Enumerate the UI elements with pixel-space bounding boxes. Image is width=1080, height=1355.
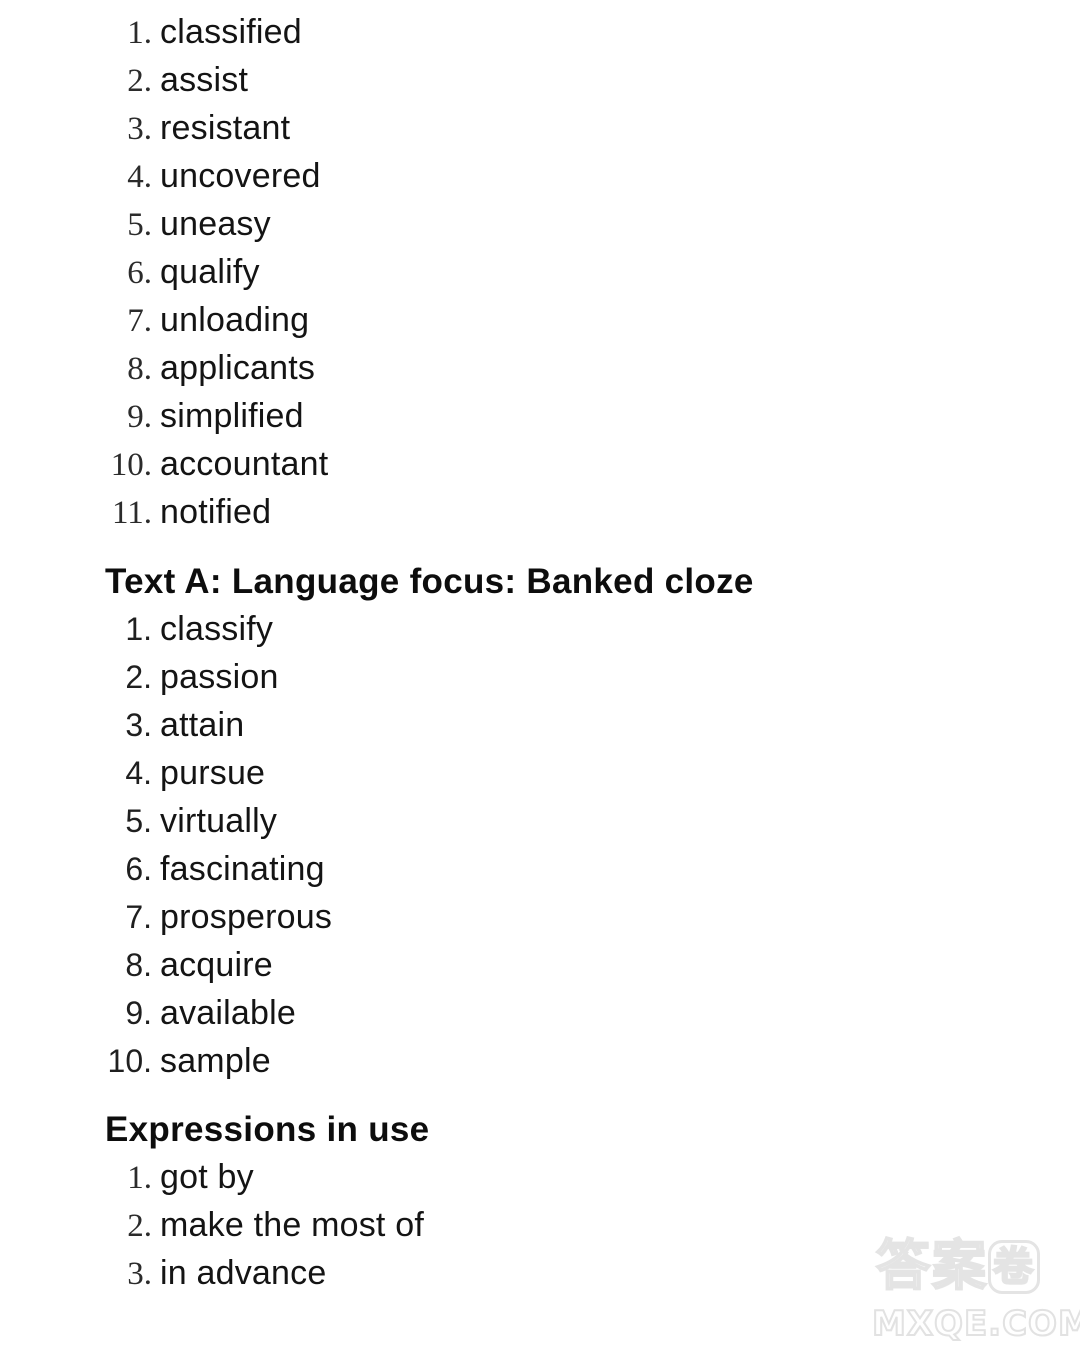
list-item-number: 7.	[125, 899, 152, 935]
watermark-cjk-chars: 答案	[875, 1234, 988, 1297]
answer-list-word-formation: 1. classified 2. assist 3. resistant 4. uncover…	[0, 8, 328, 536]
list-item-number: 5.	[127, 207, 152, 243]
list-item-number: 2.	[127, 1208, 152, 1244]
list-item-number: 10.	[110, 447, 152, 483]
list-item-answer: available	[160, 994, 297, 1032]
list-item: 2. passion	[0, 653, 332, 701]
list-item-number: 4.	[127, 159, 152, 195]
list-item: 4. uncovered	[0, 152, 328, 200]
list-item: 6. qualify	[0, 248, 328, 296]
list-item-number: 3.	[127, 1256, 152, 1292]
list-item-number: 6.	[125, 851, 152, 887]
list-item-answer: unloading	[160, 301, 310, 339]
list-item-number: 8.	[127, 351, 152, 387]
list-item-answer: got by	[160, 1158, 254, 1196]
list-item-number: 6.	[127, 255, 152, 291]
answer-list-expressions-in-use: 1. got by 2. make the most of 3. in advance	[0, 1153, 424, 1297]
list-item-number: 7.	[127, 303, 152, 339]
list-item: 3. attain	[0, 701, 332, 749]
list-item-answer: passion	[160, 658, 279, 696]
list-item: 1. classified	[0, 8, 328, 56]
list-item-answer: classified	[160, 13, 302, 51]
watermark-cjk-text: 答案卷	[875, 1234, 1040, 1297]
list-item-number: 8.	[125, 947, 152, 983]
list-item-answer: notified	[160, 493, 272, 531]
list-item-number: 10.	[107, 1043, 152, 1079]
list-item-number: 1.	[125, 611, 152, 647]
list-item-answer: fascinating	[160, 850, 325, 888]
list-item-answer: sample	[160, 1042, 271, 1080]
list-item: 11. notified	[0, 488, 328, 536]
list-item: 9. available	[0, 989, 332, 1037]
list-item: 8. acquire	[0, 941, 332, 989]
list-item-answer: pursue	[160, 754, 266, 792]
list-item-number: 1.	[127, 15, 152, 51]
list-item-answer: assist	[160, 61, 249, 99]
list-item: 5. uneasy	[0, 200, 328, 248]
list-item-answer: classify	[160, 610, 274, 648]
list-item: 4. pursue	[0, 749, 332, 797]
watermark-domain: MXQE.COM	[871, 1304, 1080, 1344]
list-item-answer: applicants	[160, 349, 316, 387]
list-item: 1. classify	[0, 605, 332, 653]
list-item: 1. got by	[0, 1153, 424, 1201]
list-item: 7. prosperous	[0, 893, 332, 941]
list-item-answer: resistant	[160, 109, 291, 147]
list-item-number: 3.	[127, 111, 152, 147]
list-item-number: 2.	[125, 659, 152, 695]
list-item-answer: qualify	[160, 253, 260, 291]
list-item-answer: acquire	[160, 946, 273, 984]
list-item-answer: virtually	[160, 802, 278, 840]
list-item-answer: accountant	[160, 445, 329, 483]
list-item-number: 3.	[125, 707, 152, 743]
list-item-number: 9.	[127, 399, 152, 435]
list-item: 2. make the most of	[0, 1201, 424, 1249]
list-item-number: 11.	[111, 495, 152, 531]
list-item: 8. applicants	[0, 344, 328, 392]
list-item-answer: in advance	[160, 1254, 327, 1292]
list-item-number: 4.	[125, 755, 152, 791]
list-item-answer: uneasy	[160, 205, 271, 243]
document-page: 1. classified 2. assist 3. resistant 4. uncover…	[0, 0, 1080, 1355]
list-item-number: 2.	[127, 63, 152, 99]
list-item: 2. assist	[0, 56, 328, 104]
list-item: 3. resistant	[0, 104, 328, 152]
list-item-answer: uncovered	[160, 157, 321, 195]
list-item-number: 5.	[125, 803, 152, 839]
list-item: 10. sample	[0, 1037, 332, 1085]
list-item: 3. in advance	[0, 1249, 424, 1297]
list-item-answer: simplified	[160, 397, 304, 435]
watermark-circled-char: 卷	[988, 1240, 1040, 1294]
list-item: 7. unloading	[0, 296, 328, 344]
list-item-answer: prosperous	[160, 898, 333, 936]
list-item: 5. virtually	[0, 797, 332, 845]
list-item: 9. simplified	[0, 392, 328, 440]
heading-banked-cloze: Text A: Language focus: Banked cloze	[105, 562, 754, 601]
answer-list-banked-cloze: 1. classify 2. passion 3. attain 4. pursue 5. vir…	[0, 605, 332, 1085]
list-item-answer: attain	[160, 706, 245, 744]
heading-expressions-in-use: Expressions in use	[105, 1110, 430, 1149]
list-item-answer: make the most of	[160, 1206, 424, 1244]
list-item-number: 1.	[127, 1160, 152, 1196]
list-item: 10. accountant	[0, 440, 328, 488]
list-item: 6. fascinating	[0, 845, 332, 893]
list-item-number: 9.	[125, 995, 152, 1031]
watermark: 答案卷 MXQE.COM	[868, 1234, 1080, 1345]
